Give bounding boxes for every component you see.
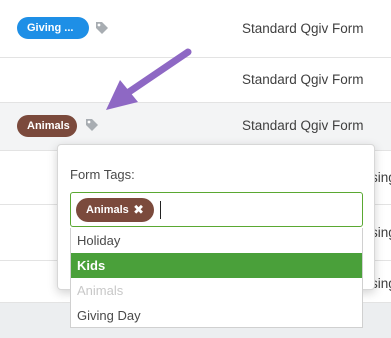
tag-option-disabled: Animals (77, 283, 124, 298)
selected-tag-label: Animals (86, 204, 129, 216)
tag-option[interactable]: Giving Day (71, 303, 362, 328)
selected-tag-chip[interactable]: Animals ✖ (76, 198, 154, 222)
tag-option-highlighted[interactable]: Kids (71, 253, 362, 278)
annotation-arrow-icon (106, 48, 192, 110)
form-tag-pill[interactable]: Giving ... (17, 17, 89, 39)
form-type-label: Standard Qgiv Form (242, 118, 364, 133)
form-tags-label: Form Tags: (70, 167, 135, 182)
form-tags-popup: Form Tags: Animals ✖ Holiday Kids Animal… (57, 144, 375, 328)
tag-icon[interactable] (94, 20, 110, 36)
form-tag-pill[interactable]: Animals (17, 115, 77, 137)
form-type-label: Standard Qgiv Form (242, 72, 364, 87)
tag-option[interactable]: Holiday (71, 228, 362, 253)
form-tags-input[interactable]: Animals ✖ (70, 192, 363, 227)
form-type-label: Standard Qgiv Form (242, 21, 364, 36)
tag-icon[interactable] (84, 117, 100, 133)
text-cursor (160, 201, 161, 219)
tag-options-list: Holiday Kids Animals Giving Day (70, 228, 363, 328)
form-list-view: Giving ... Standard Qgiv Form Standard Q… (0, 0, 391, 338)
remove-tag-icon[interactable]: ✖ (133, 198, 144, 222)
